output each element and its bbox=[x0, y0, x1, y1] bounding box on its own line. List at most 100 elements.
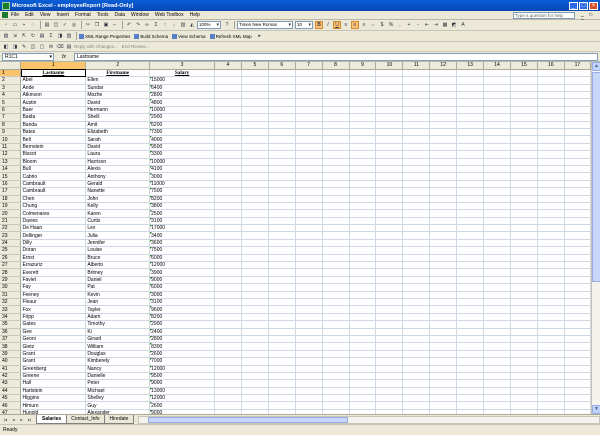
undo-icon[interactable]: ↶ bbox=[125, 21, 133, 29]
empty-cell[interactable] bbox=[268, 209, 296, 218]
empty-cell[interactable] bbox=[375, 180, 404, 189]
increase-indent-icon[interactable]: ⇥ bbox=[432, 21, 440, 29]
empty-cell[interactable] bbox=[456, 401, 485, 410]
empty-cell[interactable] bbox=[295, 172, 323, 181]
empty-cell[interactable] bbox=[510, 298, 538, 307]
salary-cell[interactable]: 10000 bbox=[149, 106, 215, 115]
empty-cell[interactable] bbox=[322, 342, 350, 351]
empty-cell[interactable] bbox=[295, 320, 323, 329]
zoom-select[interactable]: 100% bbox=[197, 21, 221, 29]
empty-cell[interactable] bbox=[456, 84, 485, 93]
font-name-select[interactable]: Times New Roman bbox=[237, 21, 293, 29]
column-header[interactable]: 5 bbox=[241, 62, 269, 70]
lastname-cell[interactable]: Greenberg bbox=[20, 365, 87, 373]
empty-cell[interactable] bbox=[214, 365, 242, 373]
firstname-cell[interactable]: Danielle bbox=[85, 372, 151, 381]
empty-cell[interactable] bbox=[564, 320, 591, 329]
lastname-cell[interactable]: Baer bbox=[20, 106, 87, 115]
empty-cell[interactable] bbox=[483, 320, 512, 329]
empty-cell[interactable] bbox=[322, 76, 350, 85]
empty-cell[interactable] bbox=[429, 335, 458, 344]
empty-cell[interactable] bbox=[295, 128, 323, 137]
lastname-cell[interactable]: Dellinger bbox=[20, 231, 87, 240]
empty-cell[interactable] bbox=[456, 187, 485, 196]
empty-cell[interactable] bbox=[241, 195, 269, 203]
italic-icon[interactable]: I bbox=[324, 21, 332, 29]
empty-cell[interactable] bbox=[564, 254, 591, 263]
empty-cell[interactable] bbox=[537, 342, 565, 351]
empty-cell[interactable] bbox=[241, 231, 269, 240]
row-header[interactable]: 46 bbox=[0, 401, 22, 410]
empty-cell[interactable] bbox=[375, 69, 404, 78]
empty-cell[interactable] bbox=[537, 128, 565, 137]
empty-cell[interactable] bbox=[456, 305, 485, 314]
empty-cell[interactable] bbox=[402, 121, 431, 130]
salary-cell[interactable]: 4100 bbox=[149, 165, 215, 174]
empty-cell[interactable] bbox=[295, 76, 323, 85]
empty-cell[interactable] bbox=[402, 350, 431, 359]
prev-sheet-icon[interactable]: ◂ bbox=[10, 416, 17, 423]
menu-web-toolbox[interactable]: Web Toolbox bbox=[155, 12, 184, 18]
tab-hiredate[interactable]: Hiredate bbox=[103, 415, 135, 424]
empty-cell[interactable] bbox=[564, 231, 591, 240]
empty-cell[interactable] bbox=[510, 113, 538, 122]
empty-cell[interactable] bbox=[456, 357, 485, 366]
empty-cell[interactable] bbox=[564, 121, 591, 130]
review-icon-5[interactable]: ▢ bbox=[38, 43, 46, 51]
empty-cell[interactable] bbox=[456, 195, 485, 203]
empty-cell[interactable] bbox=[537, 350, 565, 359]
firstname-cell[interactable]: David bbox=[85, 98, 151, 107]
empty-cell[interactable] bbox=[510, 261, 538, 270]
empty-cell[interactable] bbox=[268, 113, 296, 122]
column-header[interactable]: 12 bbox=[429, 62, 458, 70]
row-header[interactable]: 38 bbox=[0, 342, 22, 351]
header-cell[interactable]: Salary bbox=[149, 69, 215, 78]
lastname-cell[interactable]: Bernstein bbox=[20, 143, 87, 152]
firstname-cell[interactable]: Shelli bbox=[85, 113, 151, 122]
firstname-cell[interactable]: Girard bbox=[85, 335, 151, 344]
empty-cell[interactable] bbox=[429, 239, 458, 248]
empty-cell[interactable] bbox=[214, 231, 242, 240]
firstname-cell[interactable]: Sarah bbox=[85, 135, 151, 144]
menu-format[interactable]: Format bbox=[75, 12, 91, 18]
empty-cell[interactable] bbox=[241, 98, 269, 107]
empty-cell[interactable] bbox=[349, 261, 377, 270]
empty-cell[interactable] bbox=[268, 401, 296, 410]
empty-cell[interactable] bbox=[456, 387, 485, 396]
empty-cell[interactable] bbox=[537, 239, 565, 248]
empty-cell[interactable] bbox=[214, 387, 242, 396]
empty-cell[interactable] bbox=[295, 106, 323, 115]
column-header[interactable]: 10 bbox=[375, 62, 404, 70]
empty-cell[interactable] bbox=[268, 320, 296, 329]
empty-cell[interactable] bbox=[214, 320, 242, 329]
save-icon[interactable]: ▪ bbox=[20, 21, 28, 29]
empty-cell[interactable] bbox=[214, 394, 242, 403]
empty-cell[interactable] bbox=[537, 401, 565, 410]
row-header[interactable]: 2 bbox=[0, 76, 22, 85]
empty-cell[interactable] bbox=[241, 268, 269, 277]
empty-cell[interactable] bbox=[295, 150, 323, 159]
empty-cell[interactable] bbox=[456, 342, 485, 351]
empty-cell[interactable] bbox=[402, 135, 431, 144]
empty-cell[interactable] bbox=[564, 372, 591, 381]
percent-icon[interactable]: % bbox=[387, 21, 395, 29]
empty-cell[interactable] bbox=[214, 69, 242, 78]
research-icon[interactable]: ◎ bbox=[70, 21, 78, 29]
empty-cell[interactable] bbox=[537, 113, 565, 122]
empty-cell[interactable] bbox=[214, 357, 242, 366]
empty-cell[interactable] bbox=[429, 313, 458, 322]
empty-cell[interactable] bbox=[349, 106, 377, 115]
lastname-cell[interactable]: Bates bbox=[20, 128, 87, 137]
empty-cell[interactable] bbox=[510, 313, 538, 322]
empty-cell[interactable] bbox=[402, 305, 431, 314]
empty-cell[interactable] bbox=[268, 276, 296, 285]
empty-cell[interactable] bbox=[402, 394, 431, 403]
firstname-cell[interactable]: Guy bbox=[85, 401, 151, 410]
empty-cell[interactable] bbox=[483, 121, 512, 130]
empty-cell[interactable] bbox=[349, 342, 377, 351]
empty-cell[interactable] bbox=[268, 84, 296, 93]
empty-cell[interactable] bbox=[241, 394, 269, 403]
empty-cell[interactable] bbox=[510, 209, 538, 218]
empty-cell[interactable] bbox=[456, 379, 485, 388]
row-header[interactable]: 35 bbox=[0, 320, 22, 329]
